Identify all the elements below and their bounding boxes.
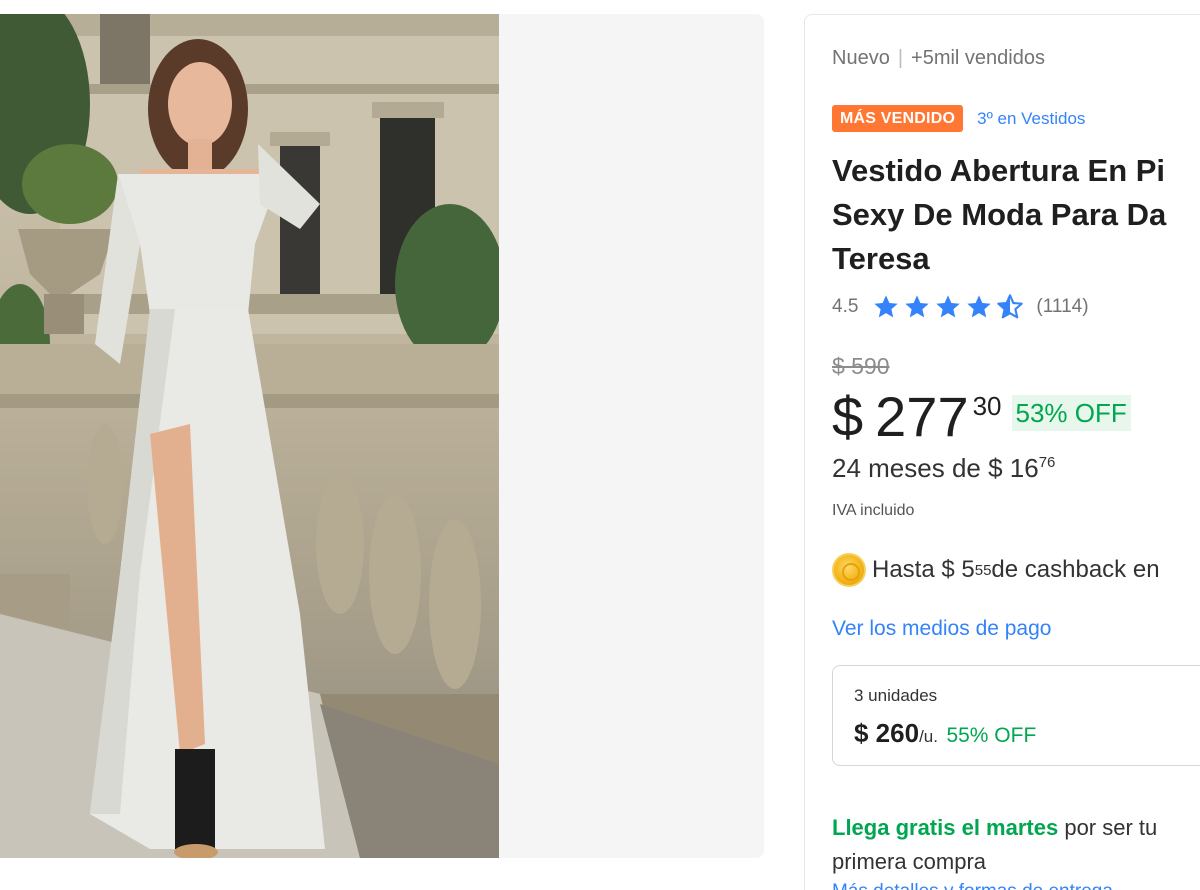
cashback-info: Hasta $ 5 55 de cashback en xyxy=(832,553,1160,587)
price-cents: 30 xyxy=(972,391,1002,421)
star-icon xyxy=(967,295,992,318)
product-photo-illustration xyxy=(0,14,499,858)
separator: | xyxy=(897,47,904,69)
tax-note: IVA incluido xyxy=(832,502,915,519)
image-gallery xyxy=(0,14,764,858)
cashback-prefix: Hasta $ 5 xyxy=(872,556,975,583)
current-price: $ 277 30 53% OFF xyxy=(832,387,1131,447)
rating-row[interactable]: 4.5 (1114) xyxy=(832,293,1089,321)
shipping-details-link[interactable]: Más detalles y formas de entrega xyxy=(832,881,1113,890)
star-icon xyxy=(936,295,961,318)
shipping-highlight: Llega gratis el martes xyxy=(832,815,1059,840)
cashback-cents: 55 xyxy=(974,561,992,579)
rating-stars xyxy=(872,293,1024,321)
bulk-discount: 55% OFF xyxy=(946,724,1037,747)
installments-text: 24 meses de $ 16 xyxy=(832,453,1039,483)
sold-count: +5mil vendidos xyxy=(911,47,1045,69)
payment-methods-link[interactable]: Ver los medios de pago xyxy=(832,617,1051,641)
star-icon xyxy=(874,295,899,318)
bulk-price: $ 260 xyxy=(854,718,920,748)
product-title: Vestido Abertura En Pi Sexy De Moda Para… xyxy=(832,153,1167,276)
installments-info: 24 meses de $ 1676 xyxy=(832,453,1055,484)
discount-badge: 53% OFF xyxy=(1011,395,1131,431)
bulk-price-row: $ 260/u. 55% OFF xyxy=(854,718,1036,749)
original-price: $ 590 xyxy=(832,353,890,379)
bulk-per-unit: /u. xyxy=(919,727,938,746)
product-info-panel: Nuevo | +5mil vendidos MÁS VENDIDO 3º en V… xyxy=(804,14,1200,890)
condition-sold-row: Nuevo | +5mil vendidos xyxy=(832,47,1045,70)
rating-value: 4.5 xyxy=(832,296,859,317)
shipping-info: Llega gratis el martes por ser tu primer… xyxy=(832,811,1200,879)
installments-cents: 76 xyxy=(1038,454,1056,471)
best-seller-badge: MÁS VENDIDO xyxy=(832,105,964,132)
review-count: (1114) xyxy=(1036,296,1089,317)
bulk-discount-option[interactable]: 3 unidades $ 260/u. 55% OFF xyxy=(832,665,1200,766)
product-photo[interactable] xyxy=(0,14,499,858)
cashback-suffix: de cashback en xyxy=(991,556,1160,583)
coin-icon xyxy=(832,553,866,587)
product-page: Nuevo | +5mil vendidos MÁS VENDIDO 3º en V… xyxy=(0,0,1200,890)
star-icon xyxy=(905,295,930,318)
category-rank-link[interactable]: 3º en Vestidos xyxy=(977,109,1085,129)
condition-label: Nuevo xyxy=(832,47,890,69)
star-half-icon xyxy=(997,294,1024,319)
badge-row: MÁS VENDIDO 3º en Vestidos xyxy=(832,105,1085,132)
price-amount: 277 xyxy=(875,385,969,448)
bulk-units: 3 unidades xyxy=(854,686,938,705)
price-currency: $ xyxy=(832,385,864,448)
